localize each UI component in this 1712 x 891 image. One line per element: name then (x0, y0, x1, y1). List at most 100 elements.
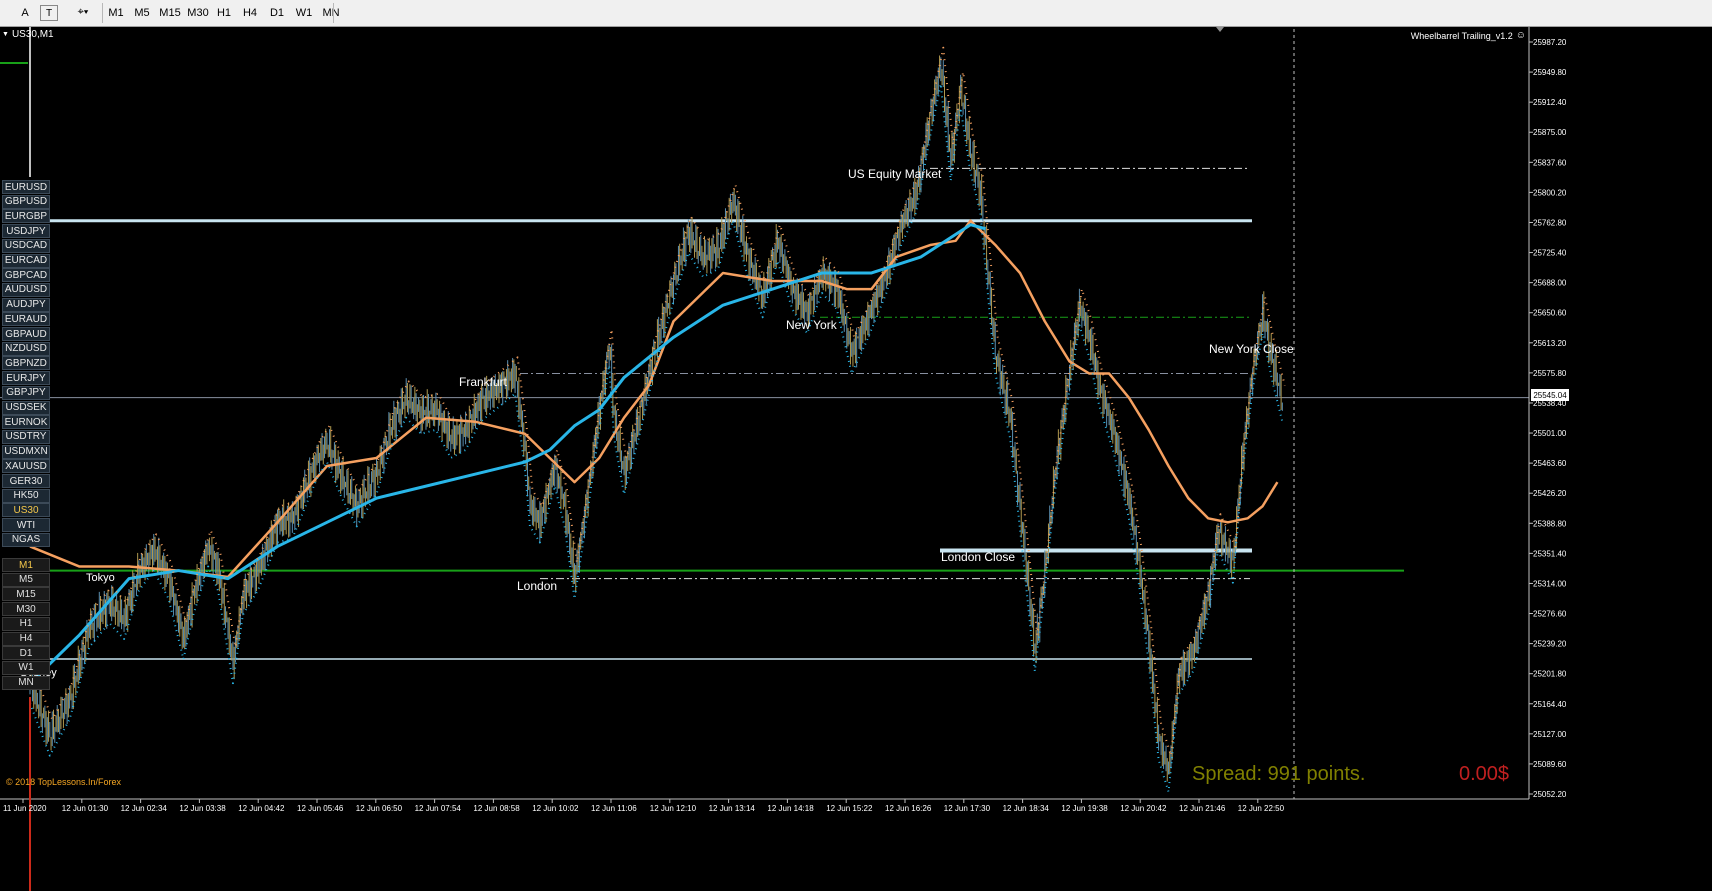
dropdown-triangle-icon[interactable]: ▼ (2, 31, 9, 38)
toolbar-separator (333, 3, 334, 23)
x-tick-label: 12 Jun 13:14 (709, 804, 756, 813)
symbol-label: ▼ US30,M1 (2, 29, 54, 40)
x-tick-label: 12 Jun 15:22 (826, 804, 873, 813)
panel-timeframe-m5[interactable]: M5 (2, 572, 50, 587)
y-tick-label: 25426.20 (1533, 489, 1567, 498)
text-tool-icon[interactable]: A (14, 2, 36, 23)
y-tick-label: 25239.20 (1533, 640, 1567, 649)
x-tick-label: 11 Jun 2020 (3, 804, 47, 813)
y-tick-label: 25837.60 (1533, 158, 1567, 167)
symbol-button-eurcad[interactable]: EURCAD (2, 253, 50, 268)
x-tick-label: 12 Jun 16:26 (885, 804, 932, 813)
y-tick-label: 25127.00 (1533, 730, 1567, 739)
copyright-text: © 2018 TopLessons.In/Forex (6, 777, 122, 787)
symbol-button-us30[interactable]: US30 (2, 503, 50, 518)
symbol-button-usdsek[interactable]: USDSEK (2, 400, 50, 415)
chart-toolbar: A T ⌖▾ M1 M5 M15 M30 H1 H4 D1 W1 MN (0, 0, 1712, 27)
x-tick-label: 12 Jun 04:42 (238, 804, 285, 813)
x-tick-label: 12 Jun 17:30 (944, 804, 991, 813)
session-label-london-close: London Close (941, 550, 1015, 564)
x-tick-label: 12 Jun 01:30 (62, 804, 109, 813)
toolbar-timeframe-h1[interactable]: H1 (212, 2, 236, 23)
toolbar-timeframe-m15[interactable]: M15 (156, 2, 184, 23)
y-tick-label: 25388.80 (1533, 519, 1567, 528)
y-tick-label: 25201.80 (1533, 670, 1567, 679)
smiley-icon: ☺ (1515, 30, 1526, 41)
y-tick-label: 25089.60 (1533, 760, 1567, 769)
symbol-button-usdtry[interactable]: USDTRY (2, 429, 50, 444)
symbol-button-eurjpy[interactable]: EURJPY (2, 371, 50, 386)
symbol-button-usdmxn[interactable]: USDMXN (2, 444, 50, 459)
symbol-button-xauusd[interactable]: XAUUSD (2, 459, 50, 474)
panel-timeframe-mn[interactable]: MN (2, 675, 50, 690)
symbol-button-gbpcad[interactable]: GBPCAD (2, 268, 50, 283)
x-tick-label: 12 Jun 03:38 (179, 804, 226, 813)
symbol-button-euraud[interactable]: EURAUD (2, 312, 50, 327)
symbol-button-gbpjpy[interactable]: GBPJPY (2, 385, 50, 400)
toolbar-separator (102, 3, 103, 23)
symbol-button-gbpnzd[interactable]: GBPNZD (2, 356, 50, 371)
symbol-button-audusd[interactable]: AUDUSD (2, 282, 50, 297)
x-tick-label: 12 Jun 07:54 (415, 804, 462, 813)
current-price-value: 25545.04 (1533, 390, 1567, 400)
toolbar-timeframe-m1[interactable]: M1 (104, 2, 128, 23)
toolbar-timeframe-mn[interactable]: MN (318, 2, 344, 23)
symbol-button-usdcad[interactable]: USDCAD (2, 238, 50, 253)
y-tick-label: 25725.40 (1533, 249, 1567, 258)
session-label-tokyo: Tokyo (86, 572, 115, 584)
symbol-button-nzdusd[interactable]: NZDUSD (2, 341, 50, 356)
toolbar-timeframe-h4[interactable]: H4 (237, 2, 263, 23)
fast-ma-line (29, 219, 1279, 579)
symbol-button-eurgbp[interactable]: EURGBP (2, 209, 50, 224)
panel-timeframe-h4[interactable]: H4 (2, 631, 50, 646)
x-tick-label: 12 Jun 22:50 (1238, 804, 1285, 813)
y-tick-label: 25613.20 (1533, 339, 1567, 348)
panel-timeframe-m30[interactable]: M30 (2, 602, 50, 617)
toolbar-timeframe-d1[interactable]: D1 (264, 2, 290, 23)
y-tick-label: 25052.20 (1533, 790, 1567, 799)
panel-timeframe-d1[interactable]: D1 (2, 646, 50, 661)
panel-timeframe-w1[interactable]: W1 (2, 660, 50, 675)
symbol-button-hk50[interactable]: HK50 (2, 488, 50, 503)
x-tick-label: 12 Jun 11:06 (591, 804, 637, 813)
price-chart[interactable]: 25987.20 25949.80 25912.40 25875.00 25837.60… (0, 27, 1712, 891)
x-tick-label: 12 Jun 19:38 (1061, 804, 1108, 813)
session-label-us-equity: US Equity Market (848, 167, 942, 181)
indicator-label: Wheelbarrel Trailing_v1.2 ☺ (1411, 30, 1526, 41)
panel-timeframe-m1[interactable]: M1 (2, 558, 50, 572)
y-tick-label: 25276.60 (1533, 610, 1567, 619)
shapes-tool-icon[interactable]: ⌖▾ (70, 2, 96, 23)
chart-canvas: 25987.20 25949.80 25912.40 25875.00 25837.60… (0, 27, 1567, 891)
x-tick-label: 12 Jun 08:58 (473, 804, 520, 813)
scroll-marker-icon[interactable] (1216, 27, 1224, 32)
y-tick-label: 25762.80 (1533, 218, 1567, 227)
y-tick-label: 25875.00 (1533, 128, 1567, 137)
y-tick-label: 25949.80 (1533, 68, 1567, 77)
toolbar-timeframe-w1[interactable]: W1 (291, 2, 317, 23)
x-tick-label: 12 Jun 20:42 (1120, 804, 1167, 813)
symbol-button-ngas[interactable]: NGAS (2, 532, 50, 547)
symbol-button-eurnok[interactable]: EURNOK (2, 415, 50, 430)
symbol-button-wti[interactable]: WTI (2, 518, 50, 533)
y-tick-label: 25650.60 (1533, 309, 1567, 318)
indicator-name-text: Wheelbarrel Trailing_v1.2 (1410, 30, 1513, 41)
y-tick-label: 25688.00 (1533, 279, 1567, 288)
symbol-button-gbpaud[interactable]: GBPAUD (2, 327, 50, 341)
trailing-stop-orange (31, 46, 1286, 757)
text-label-tool-icon[interactable]: T (40, 5, 58, 21)
symbol-button-eurusd[interactable]: EURUSD (2, 180, 50, 194)
symbol-button-gbpusd[interactable]: GBPUSD (2, 194, 50, 209)
panel-timeframe-h1[interactable]: H1 (2, 616, 50, 631)
toolbar-timeframe-m5[interactable]: M5 (129, 2, 155, 23)
x-tick-label: 12 Jun 06:50 (356, 804, 403, 813)
symbol-button-audjpy[interactable]: AUDJPY (2, 297, 50, 312)
x-tick-label: 12 Jun 18:34 (1003, 804, 1050, 813)
symbol-button-usdjpy[interactable]: USDJPY (2, 224, 50, 239)
spread-text: Spread: 991 points. (1192, 763, 1366, 785)
y-tick-label: 25463.60 (1533, 459, 1567, 468)
toolbar-timeframe-m30[interactable]: M30 (185, 2, 211, 23)
profit-text: 0.00$ (1459, 763, 1510, 785)
panel-timeframe-m15[interactable]: M15 (2, 587, 50, 602)
session-label-new-york: New York (786, 318, 838, 332)
symbol-button-ger30[interactable]: GER30 (2, 474, 50, 488)
